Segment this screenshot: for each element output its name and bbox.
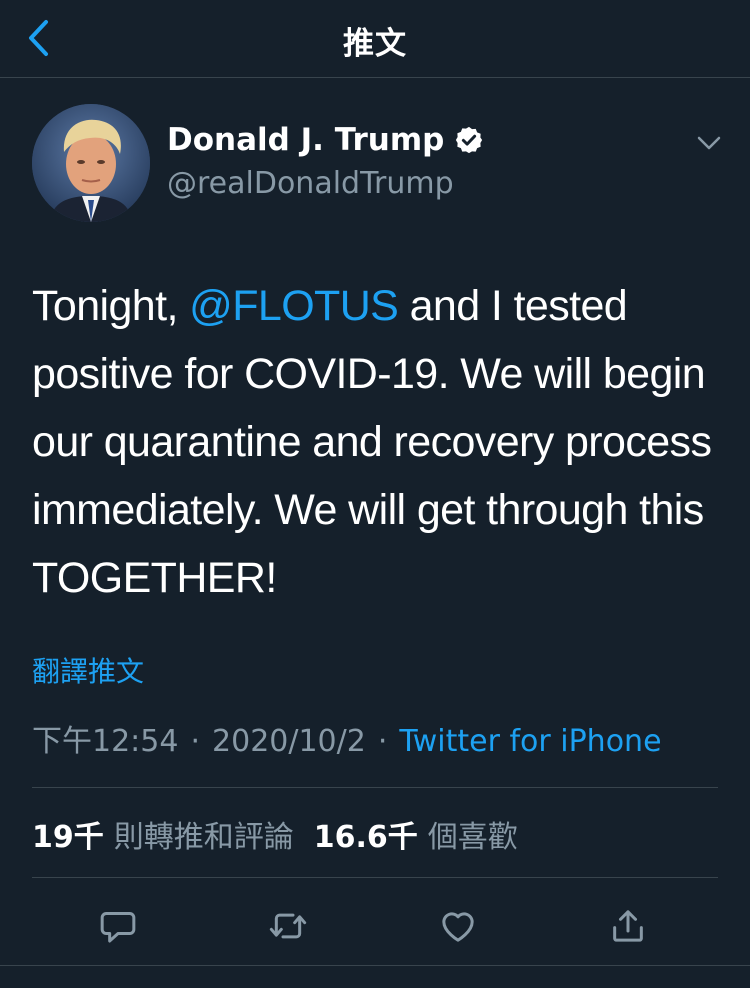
- page-title: 推文: [343, 26, 407, 62]
- tweet-time: 下午12:54: [32, 724, 179, 759]
- tweet-text-start: Tonight,: [32, 282, 190, 330]
- retweets-count: 19千: [32, 820, 104, 855]
- meta-separator-2: ·: [377, 724, 388, 759]
- author-handle[interactable]: @realDonaldTrump: [167, 166, 454, 201]
- share-button[interactable]: [606, 904, 650, 948]
- retweet-icon: [269, 913, 307, 939]
- reply-button[interactable]: [96, 904, 140, 948]
- author-name-row[interactable]: Donald J. Trump: [167, 122, 484, 158]
- likes-label: 個喜歡: [427, 820, 518, 855]
- tweet-menu-button[interactable]: [694, 128, 724, 158]
- tweet-source-link[interactable]: Twitter for iPhone: [399, 724, 661, 759]
- meta-separator: ·: [190, 724, 201, 759]
- divider: [0, 965, 750, 966]
- like-icon: [442, 912, 474, 942]
- retweets-label: 則轉推和評論: [113, 820, 294, 855]
- translate-tweet-link[interactable]: 翻譯推文: [32, 650, 144, 690]
- verified-badge-icon: [454, 125, 484, 155]
- avatar-image: [32, 104, 150, 222]
- avatar[interactable]: [32, 104, 150, 222]
- likes-count: 16.6千: [313, 820, 418, 855]
- share-icon: [613, 910, 643, 942]
- retweet-button[interactable]: [266, 904, 310, 948]
- reply-icon: [100, 912, 136, 943]
- chevron-down-icon: [697, 136, 721, 150]
- likes-stat[interactable]: 16.6千 個喜歡: [314, 820, 538, 855]
- tweet-actions: [0, 896, 750, 956]
- retweets-stat[interactable]: 19千 則轉推和評論: [32, 820, 314, 855]
- tweet-date: 2020/10/2: [212, 724, 366, 759]
- tweet-text: Tonight, @FLOTUS and I tested positive f…: [32, 272, 722, 612]
- top-nav-bar: 推文: [0, 0, 750, 78]
- tweet-text-end: and I tested positive for COVID-19. We w…: [32, 282, 712, 602]
- tweet-meta: 下午12:54 · 2020/10/2 · Twitter for iPhone: [32, 716, 662, 760]
- mention-link[interactable]: @FLOTUS: [189, 282, 399, 330]
- author-name: Donald J. Trump: [167, 122, 445, 158]
- tweet-stats: 19千 則轉推和評論 16.6千 個喜歡: [32, 812, 538, 856]
- divider: [32, 787, 718, 788]
- divider: [32, 877, 718, 878]
- like-button[interactable]: [436, 904, 480, 948]
